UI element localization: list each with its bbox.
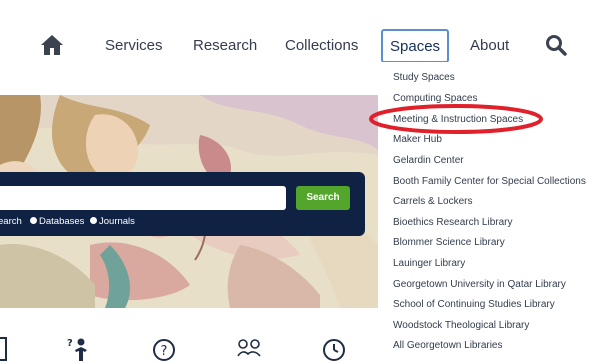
scope-databases[interactable]: Databases [30, 216, 84, 227]
scope-catalog-search[interactable]: earch [0, 216, 22, 227]
svg-text:?: ? [161, 344, 168, 359]
help-question-icon[interactable]: ? [151, 336, 177, 362]
menu-item-lauinger-library[interactable]: Lauinger Library [393, 258, 465, 269]
svg-text:?: ? [67, 338, 73, 349]
menu-item-blommer-science-library[interactable]: Blommer Science Library [393, 237, 505, 248]
search-button[interactable]: Search [296, 186, 350, 210]
search-input[interactable] [0, 186, 286, 210]
search-icon[interactable] [545, 34, 567, 56]
menu-item-study-spaces[interactable]: Study Spaces [393, 72, 455, 83]
radio-icon [30, 217, 37, 224]
clock-icon[interactable] [321, 336, 347, 362]
menu-item-bioethics-library[interactable]: Bioethics Research Library [393, 217, 513, 228]
people-chat-icon[interactable] [236, 336, 262, 362]
menu-item-woodstock-library[interactable]: Woodstock Theological Library [393, 320, 529, 331]
nav-about[interactable]: About [470, 37, 509, 54]
highlight-ellipse-annotation [369, 104, 543, 134]
quick-links-icon-row: ? ? [0, 330, 380, 362]
scope-label: Journals [99, 216, 135, 227]
menu-item-all-libraries[interactable]: All Georgetown Libraries [393, 340, 503, 351]
book-icon[interactable] [0, 336, 18, 362]
nav-research[interactable]: Research [193, 37, 257, 54]
menu-item-carrels-lockers[interactable]: Carrels & Lockers [393, 196, 472, 207]
menu-item-qatar-library[interactable]: Georgetown University in Qatar Library [393, 279, 566, 290]
radio-icon [90, 217, 97, 224]
menu-item-maker-hub[interactable]: Maker Hub [393, 134, 442, 145]
ask-person-icon[interactable]: ? [66, 336, 92, 362]
menu-item-gelardin-center[interactable]: Gelardin Center [393, 155, 464, 166]
scope-label: Databases [39, 216, 85, 227]
scope-label: earch [0, 216, 22, 227]
home-icon[interactable] [40, 34, 64, 56]
search-panel: Search earch Databases Journals [0, 172, 365, 236]
nav-collections[interactable]: Collections [285, 37, 358, 54]
menu-item-booth-family-center[interactable]: Booth Family Center for Special Collecti… [393, 176, 586, 187]
scope-journals[interactable]: Journals [90, 216, 135, 227]
nav-services[interactable]: Services [105, 37, 163, 54]
nav-spaces[interactable]: Spaces [381, 29, 450, 63]
menu-item-continuing-studies-library[interactable]: School of Continuing Studies Library [393, 299, 555, 310]
